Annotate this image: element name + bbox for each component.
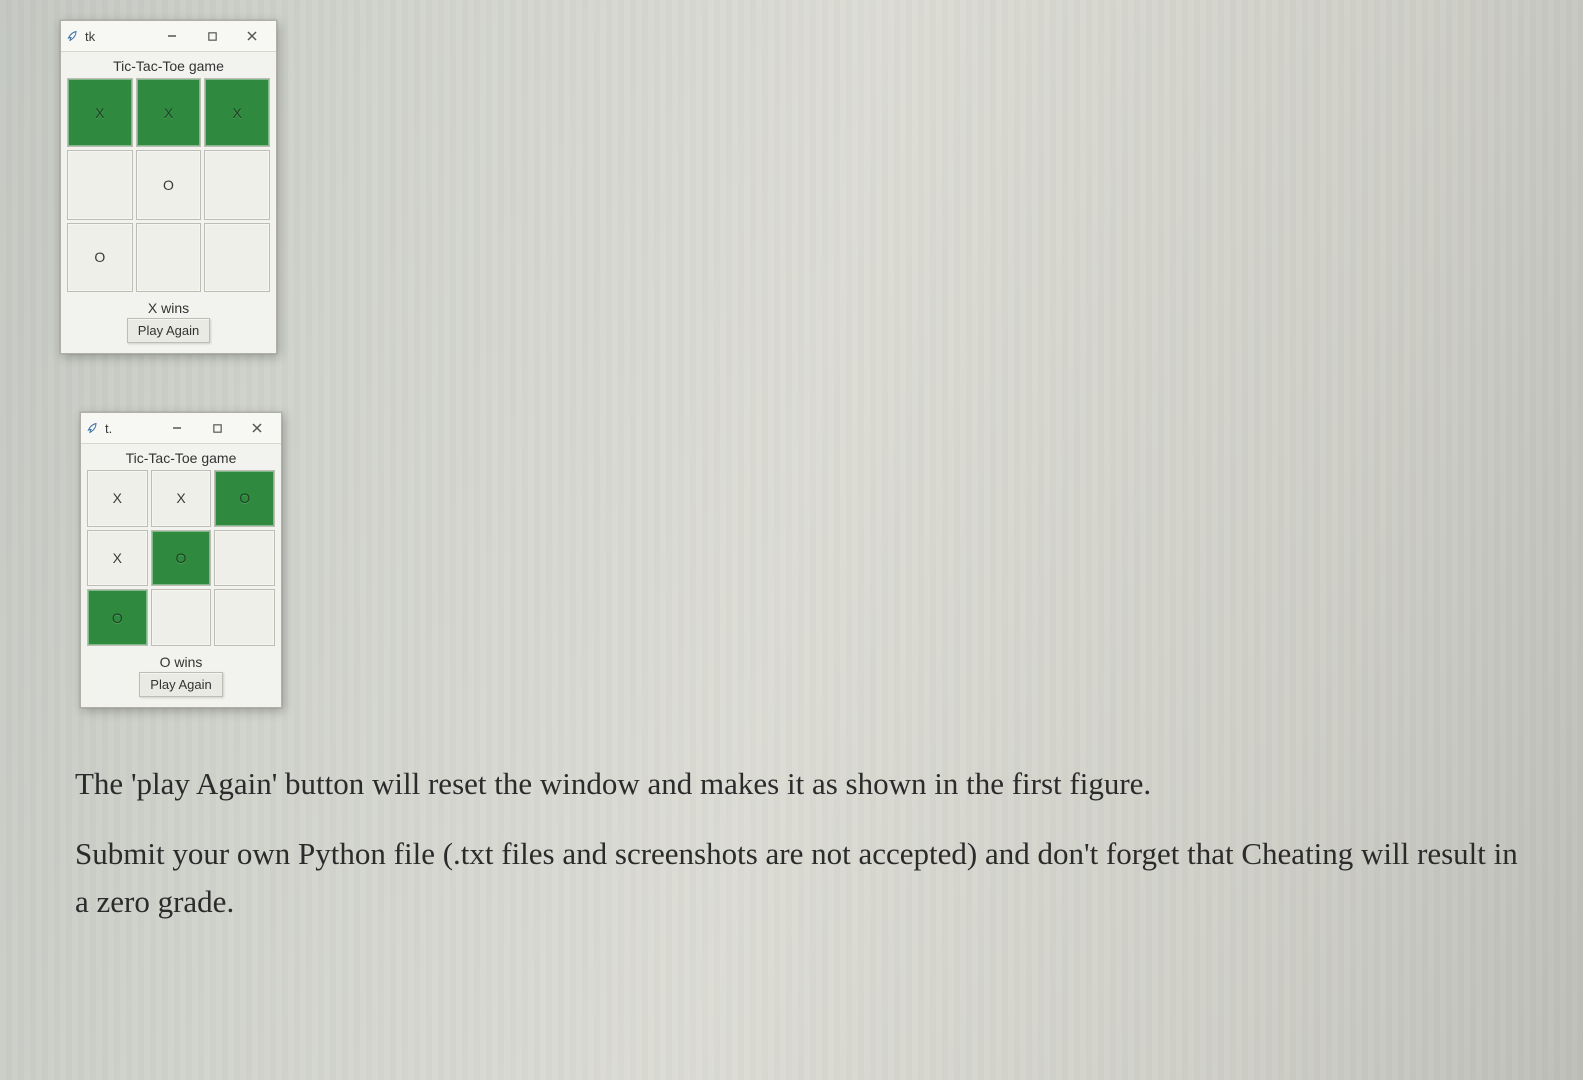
app-feather-icon bbox=[85, 421, 99, 435]
play-again-row: Play Again bbox=[61, 318, 276, 353]
board-cell-2[interactable]: X bbox=[204, 78, 270, 147]
game-board: X X O X O O bbox=[81, 470, 281, 646]
status-label: X wins bbox=[61, 292, 276, 318]
play-again-button[interactable]: Play Again bbox=[139, 672, 222, 697]
titlebar-title: t. bbox=[105, 421, 112, 436]
board-cell-2[interactable]: O bbox=[214, 470, 275, 527]
maximize-button[interactable] bbox=[192, 24, 232, 48]
instruction-paragraph-1: The 'play Again' button will reset the w… bbox=[75, 760, 1523, 808]
board-cell-6[interactable]: O bbox=[67, 223, 133, 292]
board-cell-3[interactable] bbox=[67, 150, 133, 219]
board-cell-3[interactable]: X bbox=[87, 530, 148, 587]
titlebar-title: tk bbox=[85, 29, 95, 44]
status-label: O wins bbox=[81, 646, 281, 672]
close-button[interactable] bbox=[237, 416, 277, 440]
board-cell-7[interactable] bbox=[136, 223, 202, 292]
board-cell-8[interactable] bbox=[214, 589, 275, 646]
game-title-label: Tic-Tac-Toe game bbox=[81, 444, 281, 470]
tk-window-2: t. Tic-Tac-Toe game X X O X O O O wins P… bbox=[80, 412, 282, 708]
board-cell-0[interactable]: X bbox=[87, 470, 148, 527]
board-cell-4[interactable]: O bbox=[151, 530, 212, 587]
board-cell-1[interactable]: X bbox=[136, 78, 202, 147]
titlebar: tk bbox=[61, 21, 276, 52]
titlebar: t. bbox=[81, 413, 281, 444]
board-cell-7[interactable] bbox=[151, 589, 212, 646]
board-cell-5[interactable] bbox=[204, 150, 270, 219]
close-button[interactable] bbox=[232, 24, 272, 48]
maximize-button[interactable] bbox=[197, 416, 237, 440]
minimize-button[interactable] bbox=[152, 24, 192, 48]
game-title-label: Tic-Tac-Toe game bbox=[61, 52, 276, 78]
game-board: X X X O O bbox=[61, 78, 276, 292]
board-cell-0[interactable]: X bbox=[67, 78, 133, 147]
instruction-paragraph-2: Submit your own Python file (.txt files … bbox=[75, 830, 1523, 926]
play-again-row: Play Again bbox=[81, 672, 281, 707]
board-cell-6[interactable]: O bbox=[87, 589, 148, 646]
play-again-button[interactable]: Play Again bbox=[127, 318, 210, 343]
board-cell-1[interactable]: X bbox=[151, 470, 212, 527]
minimize-button[interactable] bbox=[157, 416, 197, 440]
board-cell-4[interactable]: O bbox=[136, 150, 202, 219]
instruction-text: The 'play Again' button will reset the w… bbox=[75, 760, 1523, 948]
app-feather-icon bbox=[65, 29, 79, 43]
board-cell-8[interactable] bbox=[204, 223, 270, 292]
board-cell-5[interactable] bbox=[214, 530, 275, 587]
tk-window-1: tk Tic-Tac-Toe game X X X O O X wins Pla… bbox=[60, 20, 277, 354]
